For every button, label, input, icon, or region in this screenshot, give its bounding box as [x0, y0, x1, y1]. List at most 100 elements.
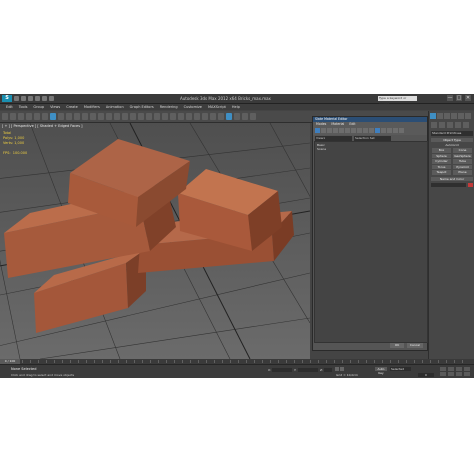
unlink-icon[interactable] [26, 113, 32, 120]
menu-create[interactable]: Create [66, 104, 78, 110]
select-and-scale-icon[interactable] [98, 113, 104, 120]
render-production-icon[interactable] [250, 113, 256, 120]
material-editor-icon[interactable] [226, 113, 232, 120]
reference-coordinate-icon[interactable] [106, 113, 112, 120]
maximize-viewport-icon[interactable] [464, 372, 470, 376]
create-tab-icon[interactable] [430, 113, 436, 119]
snap-toggle-icon[interactable] [138, 113, 144, 120]
motion-tab-icon[interactable] [451, 113, 457, 119]
x-coordinate-field[interactable] [272, 368, 292, 372]
autogrid-checkbox[interactable]: AutoGrid [437, 143, 467, 147]
assign-material-icon[interactable] [333, 128, 338, 133]
material-navigator-icon[interactable] [387, 128, 392, 133]
parameter-editor-icon[interactable] [393, 128, 398, 133]
save-file-icon[interactable] [28, 96, 33, 101]
menu-views[interactable]: Views [50, 104, 60, 110]
rectangular-selection-icon[interactable] [66, 113, 72, 120]
z-coordinate-field[interactable] [324, 368, 332, 372]
project-folder-icon[interactable] [49, 96, 54, 101]
zoom-all-icon[interactable] [448, 367, 454, 371]
shapes-icon[interactable] [439, 122, 445, 128]
perspective-viewport[interactable]: [ + ] [ Perspective ] [ Shaded + Edged F… [0, 123, 310, 359]
cone-button[interactable]: Cone [453, 148, 472, 153]
zoom-extents-icon[interactable] [456, 367, 462, 371]
plane-button[interactable]: Plane [453, 170, 472, 175]
select-by-name-icon[interactable] [58, 113, 64, 120]
zoom-extents-all-icon[interactable] [464, 367, 470, 371]
curve-editor-icon[interactable] [210, 113, 216, 120]
pivot-center-icon[interactable] [114, 113, 120, 120]
schematic-view-icon[interactable] [218, 113, 224, 120]
align-icon[interactable] [186, 113, 192, 120]
pick-material-icon[interactable] [321, 128, 326, 133]
box-button[interactable]: Box [432, 148, 451, 153]
named-selection-icon[interactable] [170, 113, 176, 120]
select-and-move-icon[interactable] [82, 113, 88, 120]
modify-tab-icon[interactable] [437, 113, 443, 119]
geosphere-button[interactable]: GeoSphere [453, 153, 472, 158]
select-and-rotate-icon[interactable] [90, 113, 96, 120]
menu-group[interactable]: Group [33, 104, 44, 110]
graphite-toolbox-icon[interactable] [202, 113, 208, 120]
primitive-type-dropdown[interactable]: Standard Primitives [431, 131, 473, 136]
layout-children-icon[interactable] [381, 128, 386, 133]
lights-icon[interactable] [447, 122, 453, 128]
render-setup-icon[interactable] [234, 113, 240, 120]
mirror-icon[interactable] [178, 113, 184, 120]
absolute-mode-icon[interactable] [340, 367, 344, 371]
utilities-tab-icon[interactable] [465, 113, 471, 119]
menu-modifiers[interactable]: Modifiers [84, 104, 100, 110]
layout-all-icon[interactable] [375, 128, 380, 133]
redo-tool-icon[interactable] [10, 113, 16, 120]
show-background-icon[interactable] [363, 128, 368, 133]
field-of-view-icon[interactable] [440, 372, 446, 376]
lock-selection-icon[interactable] [335, 367, 339, 371]
show-map-icon[interactable] [357, 128, 362, 133]
minimize-button[interactable]: — [447, 95, 453, 101]
me-menu-edit[interactable]: Edit [349, 122, 355, 127]
percent-snap-icon[interactable] [154, 113, 160, 120]
torus-button[interactable]: Torus [432, 164, 451, 169]
sphere-button[interactable]: Sphere [432, 153, 451, 158]
orbit-icon[interactable] [456, 372, 462, 376]
spinner-snap-icon[interactable] [162, 113, 168, 120]
zoom-icon[interactable] [440, 367, 446, 371]
viewport-label[interactable]: [ + ] [ Perspective ] [ Shaded + Edged F… [2, 124, 83, 128]
new-file-icon[interactable] [14, 96, 19, 101]
undo-tool-icon[interactable] [2, 113, 8, 120]
menu-edit[interactable]: Edit [6, 104, 13, 110]
pan-view-icon[interactable] [448, 372, 454, 376]
layer-manager-icon[interactable] [194, 113, 200, 120]
name-and-color-rollout[interactable]: Name and Color [431, 176, 473, 181]
undo-icon[interactable] [35, 96, 40, 101]
menu-help[interactable]: Help [232, 104, 240, 110]
menu-tools[interactable]: Tools [19, 104, 28, 110]
select-by-material-icon[interactable] [399, 128, 404, 133]
key-filter-dropdown[interactable]: Selected [390, 367, 411, 371]
current-frame-field[interactable]: 0 [418, 373, 434, 377]
tree-item-scene[interactable]: Scene [317, 147, 326, 151]
app-logo-icon[interactable]: S [2, 95, 12, 102]
menu-customize[interactable]: Customize [184, 104, 202, 110]
menu-animation[interactable]: Animation [106, 104, 124, 110]
me-menu-modes[interactable]: Modes [316, 122, 326, 127]
pyramid-button[interactable]: Pyramid [453, 164, 472, 169]
keyboard-shortcut-icon[interactable] [130, 113, 136, 120]
selection-filter-icon[interactable] [42, 113, 48, 120]
select-object-icon[interactable] [50, 113, 56, 120]
helpers-icon[interactable] [463, 122, 469, 128]
cylinder-button[interactable]: Cylinder [432, 159, 451, 164]
bind-space-warp-icon[interactable] [34, 113, 40, 120]
open-file-icon[interactable] [21, 96, 26, 101]
y-coordinate-field[interactable] [298, 368, 318, 372]
rendered-frame-icon[interactable] [242, 113, 248, 120]
object-type-rollout[interactable]: Object Type [431, 138, 473, 142]
ok-button[interactable]: OK [390, 343, 404, 348]
select-manipulate-icon[interactable] [122, 113, 128, 120]
link-icon[interactable] [18, 113, 24, 120]
material-id-icon[interactable] [369, 128, 374, 133]
tube-button[interactable]: Tube [453, 159, 472, 164]
menu-graph-editors[interactable]: Graph Editors [130, 104, 154, 110]
maximize-button[interactable]: □ [456, 95, 462, 101]
cancel-button[interactable]: Cancel [407, 343, 423, 348]
